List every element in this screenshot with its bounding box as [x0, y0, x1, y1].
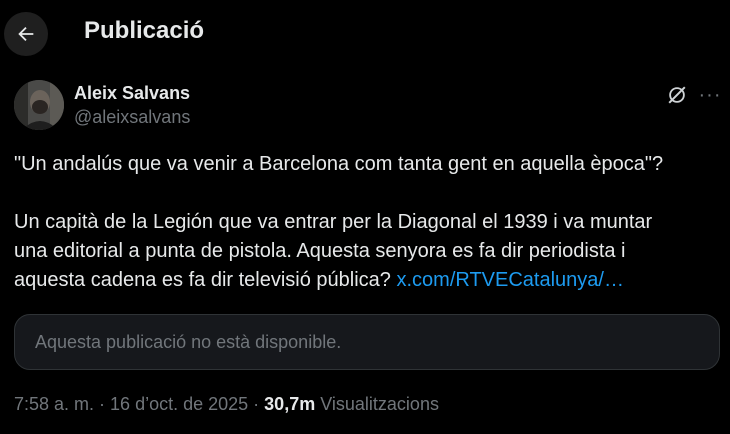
page-title: Publicació [84, 17, 205, 44]
view-count: 30,7m [264, 394, 316, 414]
back-button[interactable] [4, 12, 48, 56]
page-header: Publicació [0, 0, 730, 66]
avatar-image [14, 80, 64, 130]
post-time[interactable]: 7:58 a. m. [14, 394, 94, 414]
avatar[interactable] [14, 80, 64, 130]
post-meta: 7:58 a. m. · 16 d’oct. de 2025 · 30,7m V… [14, 394, 439, 415]
author-handle[interactable]: @aleixsalvans [74, 107, 190, 128]
author-name[interactable]: Aleix Salvans [74, 83, 190, 104]
grok-icon [668, 86, 686, 104]
post-line: una editorial a punta de pistola. Aquest… [14, 240, 626, 262]
post-line: aquesta cadena es fa dir televisió públi… [14, 266, 719, 295]
post-text: "Un andalús que va venir a Barcelona com… [14, 150, 719, 295]
quoted-post-card: Aquesta publicació no està disponible. [14, 314, 720, 370]
post-line-text: aquesta cadena es fa dir televisió públi… [14, 269, 397, 291]
post-line: "Un andalús que va venir a Barcelona com… [14, 153, 664, 175]
views-label: Visualitzacions [315, 394, 439, 414]
separator: · [248, 394, 265, 414]
unavailable-message: Aquesta publicació no està disponible. [35, 332, 342, 352]
grok-button[interactable] [664, 82, 690, 108]
post-date[interactable]: 16 d’oct. de 2025 [110, 394, 248, 414]
more-button[interactable]: ··· [696, 82, 724, 108]
separator: · [94, 394, 111, 414]
arrow-left-icon [18, 26, 34, 42]
more-horizontal-icon: ··· [698, 83, 722, 106]
post-link[interactable]: x.com/RTVECatalunya/… [396, 269, 624, 291]
post-line: Un capità de la Legión que va entrar per… [14, 211, 653, 233]
